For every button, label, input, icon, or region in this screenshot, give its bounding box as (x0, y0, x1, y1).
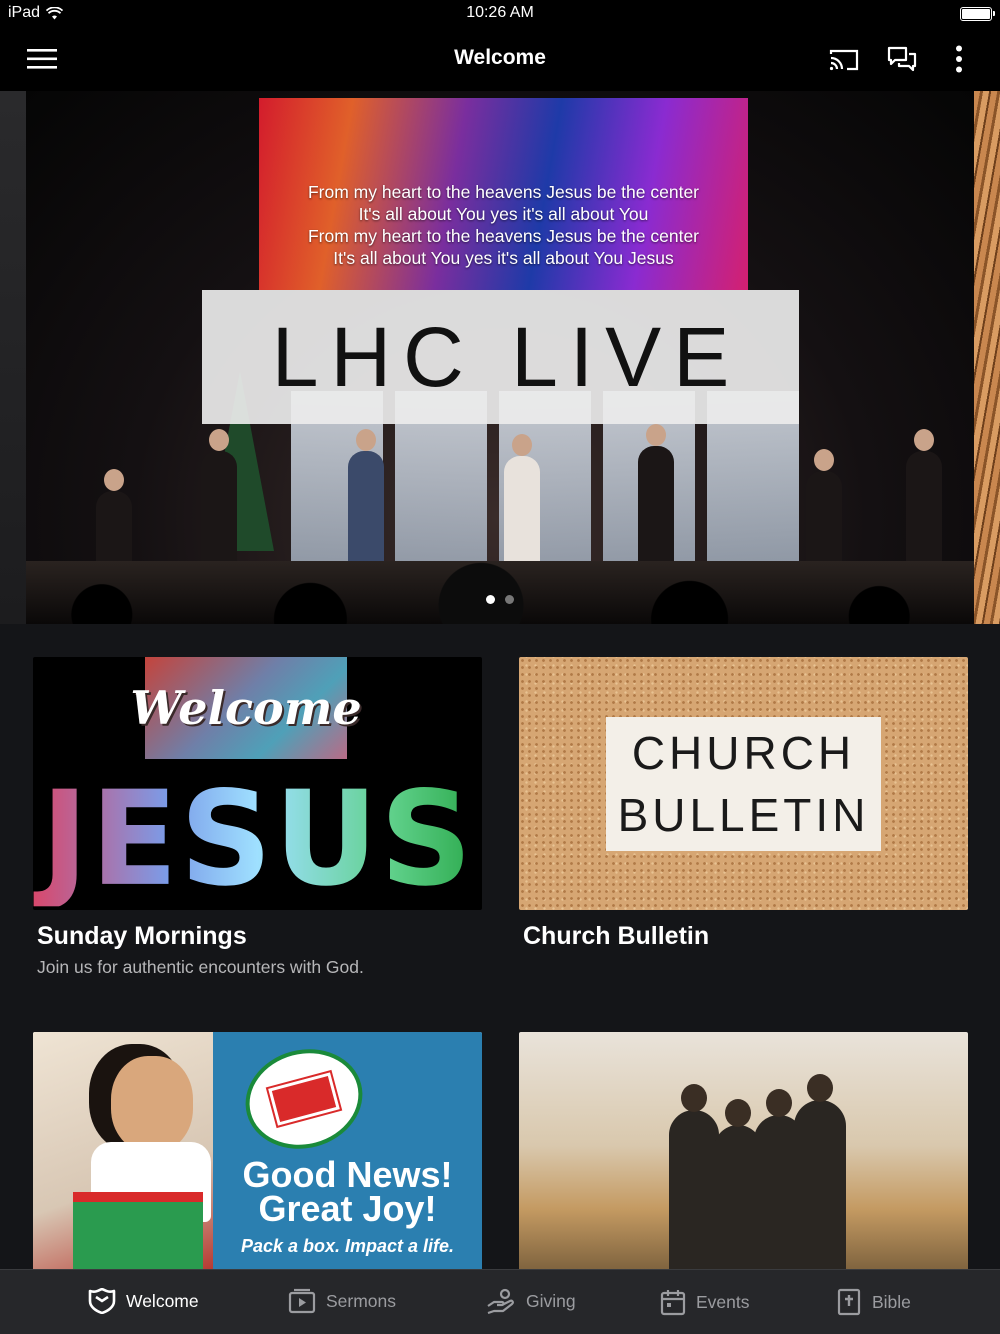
battery-icon (960, 7, 995, 21)
promo-tagline: Pack a box. Impact a life. (240, 1236, 455, 1256)
promo-headline-1: Good News! (242, 1154, 453, 1195)
card-image[interactable]: Welcome JESUS (33, 657, 482, 910)
person-silhouette (669, 1084, 719, 1285)
more-vertical-icon (956, 45, 962, 73)
bible-icon (837, 1288, 861, 1316)
child-photo (33, 1032, 213, 1272)
crowd-silhouettes (26, 531, 974, 624)
lyric-line: From my heart to the heavens Jesus be th… (307, 182, 700, 202)
carousel-next-peek[interactable] (974, 91, 1000, 624)
samaritans-purse-logo (234, 1036, 374, 1162)
promo-panel: Good News! Great Joy! Pack a box. Impact… (213, 1032, 482, 1272)
card-title[interactable]: Church Bulletin (519, 922, 968, 951)
app-screen: iPad 10:26 AM Welcome From my heart to t… (0, 0, 1000, 1334)
tab-bible[interactable]: Bible (836, 1288, 911, 1316)
carousel-prev-peek[interactable] (0, 91, 26, 624)
promo-headline-2: Great Joy! (258, 1188, 437, 1229)
status-time: 10:26 AM (466, 4, 534, 21)
tab-label: Bible (872, 1291, 911, 1312)
tab-label: Welcome (126, 1290, 199, 1311)
card-sunday-mornings[interactable]: Welcome JESUS Sunday Mornings Join us fo… (33, 657, 482, 978)
welcome-sign-text: Welcome (130, 681, 362, 735)
bulletin-line-1: CHURCH (631, 727, 856, 779)
card-operation-christmas-child[interactable]: Good News! Great Joy! Pack a box. Impact… (33, 1032, 482, 1285)
tab-label: Sermons (326, 1290, 397, 1311)
bulletin-line-2: BULLETIN (617, 789, 870, 841)
tab-bar: Welcome Sermons Giving Events Bible (0, 1269, 1000, 1334)
hero-banner-text: LHC LIVE (271, 309, 742, 404)
chat-button[interactable] (884, 42, 920, 76)
lyrics-screen: From my heart to the heavens Jesus be th… (259, 98, 748, 290)
chat-icon (887, 46, 917, 72)
hero-banner: LHC LIVE (202, 290, 799, 424)
shield-icon (88, 1288, 116, 1314)
hero-slide[interactable]: From my heart to the heavens Jesus be th… (26, 91, 974, 624)
cast-icon (829, 49, 859, 71)
tab-events[interactable]: Events (660, 1288, 750, 1316)
card-image[interactable] (519, 1032, 968, 1285)
card-image[interactable]: Good News! Great Joy! Pack a box. Impact… (33, 1032, 482, 1285)
nav-bar: Welcome (0, 28, 1000, 91)
page-indicator (0, 595, 1000, 604)
status-bar: iPad 10:26 AM (0, 0, 1000, 28)
tab-label: Giving (526, 1290, 576, 1311)
card-community[interactable] (519, 1032, 968, 1285)
lyric-line: From my heart to the heavens Jesus be th… (307, 226, 700, 246)
more-options-button[interactable] (944, 42, 974, 76)
lyrics-text: From my heart to the heavens Jesus be th… (259, 181, 748, 269)
person-silhouette (794, 1074, 846, 1285)
giving-hand-icon (487, 1288, 514, 1314)
cast-button[interactable] (826, 44, 862, 76)
tab-welcome[interactable]: Welcome (88, 1288, 199, 1314)
card-title[interactable]: Sunday Mornings (33, 922, 482, 951)
hero-carousel[interactable]: From my heart to the heavens Jesus be th… (0, 91, 1000, 624)
lyric-line: It's all about You yes it's all about Yo… (358, 204, 649, 224)
card-subtitle: Join us for authentic encounters with Go… (37, 957, 364, 977)
tab-giving[interactable]: Giving (486, 1288, 576, 1314)
bulletin-sign: CHURCH BULLETIN (606, 717, 881, 851)
jesus-letters: JESUS (33, 773, 482, 907)
lyric-line: It's all about You yes it's all about Yo… (333, 248, 674, 268)
tab-sermons[interactable]: Sermons (288, 1288, 396, 1314)
card-church-bulletin[interactable]: CHURCH BULLETIN Church Bulletin (519, 657, 968, 951)
play-icon (288, 1288, 316, 1314)
tab-label: Events (696, 1291, 750, 1312)
page-dot-active[interactable] (486, 595, 495, 604)
promo-headline: Good News! Great Joy! (213, 1154, 482, 1229)
page-dot[interactable] (505, 595, 514, 604)
welcome-sign: Welcome (130, 657, 362, 759)
calendar-icon (660, 1290, 686, 1316)
card-image[interactable]: CHURCH BULLETIN (519, 657, 968, 910)
